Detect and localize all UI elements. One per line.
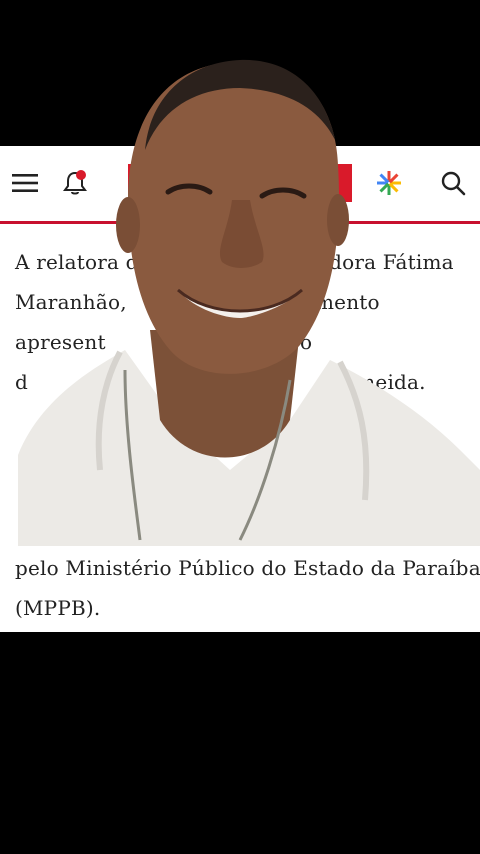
text-line: Almeida.: [335, 370, 426, 394]
news-page: A relatora d adora Fátima Maranhão, ment…: [0, 146, 480, 632]
text-line: pelo Ministério Público do Estado da Par…: [15, 556, 480, 580]
text-line: o: [300, 330, 313, 354]
text-line: d: [15, 370, 29, 394]
site-logo[interactable]: [128, 164, 352, 202]
text-line: apresent: [15, 330, 106, 354]
notification-bell-icon[interactable]: [58, 166, 92, 200]
article-paragraph-2: pelo Ministério Público do Estado da Par…: [15, 548, 480, 628]
hamburger-menu-icon[interactable]: [8, 166, 42, 200]
text-line: (MPPB).: [15, 596, 101, 620]
text-line: Maranhão,: [15, 290, 127, 314]
screen: A relatora d adora Fátima Maranhão, ment…: [0, 0, 480, 854]
text-line: adora Fátima: [317, 250, 454, 274]
text-line: mento: [315, 290, 380, 314]
top-navigation-bar: [0, 146, 480, 224]
text-line: A relatora d: [15, 250, 139, 274]
google-star-icon[interactable]: [372, 166, 406, 200]
search-icon[interactable]: [436, 166, 470, 200]
